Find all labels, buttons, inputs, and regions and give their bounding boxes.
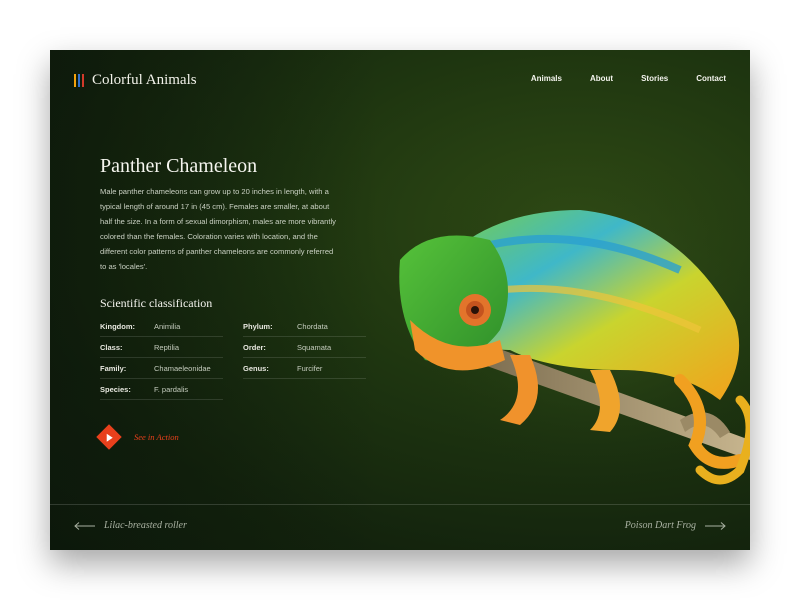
classification-row: Species: F. pardalis [100,379,223,400]
hero-card: Colorful Animals Animals About Stories C… [50,50,750,550]
classification-value: Reptilia [154,342,180,352]
prev-animal-label[interactable]: Lilac-breasted roller [104,520,187,531]
classification-value: F. pardalis [154,384,189,394]
classification-table: Kingdom: Animilia Phylum: Chordata Class… [100,316,366,400]
prev-animal-link[interactable]: Lilac-breasted roller [74,520,187,531]
classification-key: Species: [100,384,131,394]
brand-name: Colorful Animals [92,72,197,88]
next-animal-link[interactable]: Poison Dart Frog [625,520,726,531]
see-in-action-button[interactable]: See in Action [96,424,179,450]
classification-key: Genus: [243,363,269,373]
logo-bar-2 [78,74,80,87]
nav-item-about[interactable]: About [590,74,613,83]
classification-row: Family: Chamaeleonidae [100,358,223,379]
classification-row: Genus: Furcifer [243,358,366,379]
nav-item-contact[interactable]: Contact [696,74,726,83]
page-title: Panther Chameleon [100,155,258,177]
chameleon-photo [399,170,750,485]
arrow-left-icon [74,521,95,530]
classification-row: Class: Reptilia [100,337,223,358]
arrow-right-icon [705,521,726,530]
classification-value: Squamata [297,342,332,352]
logo-bars-icon [74,74,84,87]
classification-heading: Scientific classification [100,296,213,310]
footer-divider [50,504,750,505]
classification-key: Phylum: [243,321,273,331]
play-icon[interactable] [96,424,122,450]
classification-key: Class: [100,342,123,352]
classification-row: Kingdom: Animilia [100,316,223,337]
nav-item-stories[interactable]: Stories [641,74,668,83]
classification-value: Furcifer [297,363,323,373]
classification-key: Order: [243,342,266,352]
classification-key: Family: [100,363,127,373]
classification-row: Order: Squamata [243,337,366,358]
classification-value: Chordata [297,321,328,331]
classification-value: Animilia [154,321,181,331]
logo-bar-3 [82,74,84,87]
next-animal-label[interactable]: Poison Dart Frog [625,520,696,531]
nav-item-animals[interactable]: Animals [531,74,562,83]
see-in-action-label[interactable]: See in Action [134,432,179,442]
classification-row: Phylum: Chordata [243,316,366,337]
main-nav: Animals About Stories Contact [531,74,726,83]
description: Male panther chameleons can grow up to 2… [100,187,336,271]
logo-bar-1 [74,74,76,87]
classification-key: Kingdom: [100,321,135,331]
brand-logo[interactable]: Colorful Animals [74,72,197,89]
classification-value: Chamaeleonidae [154,363,211,373]
